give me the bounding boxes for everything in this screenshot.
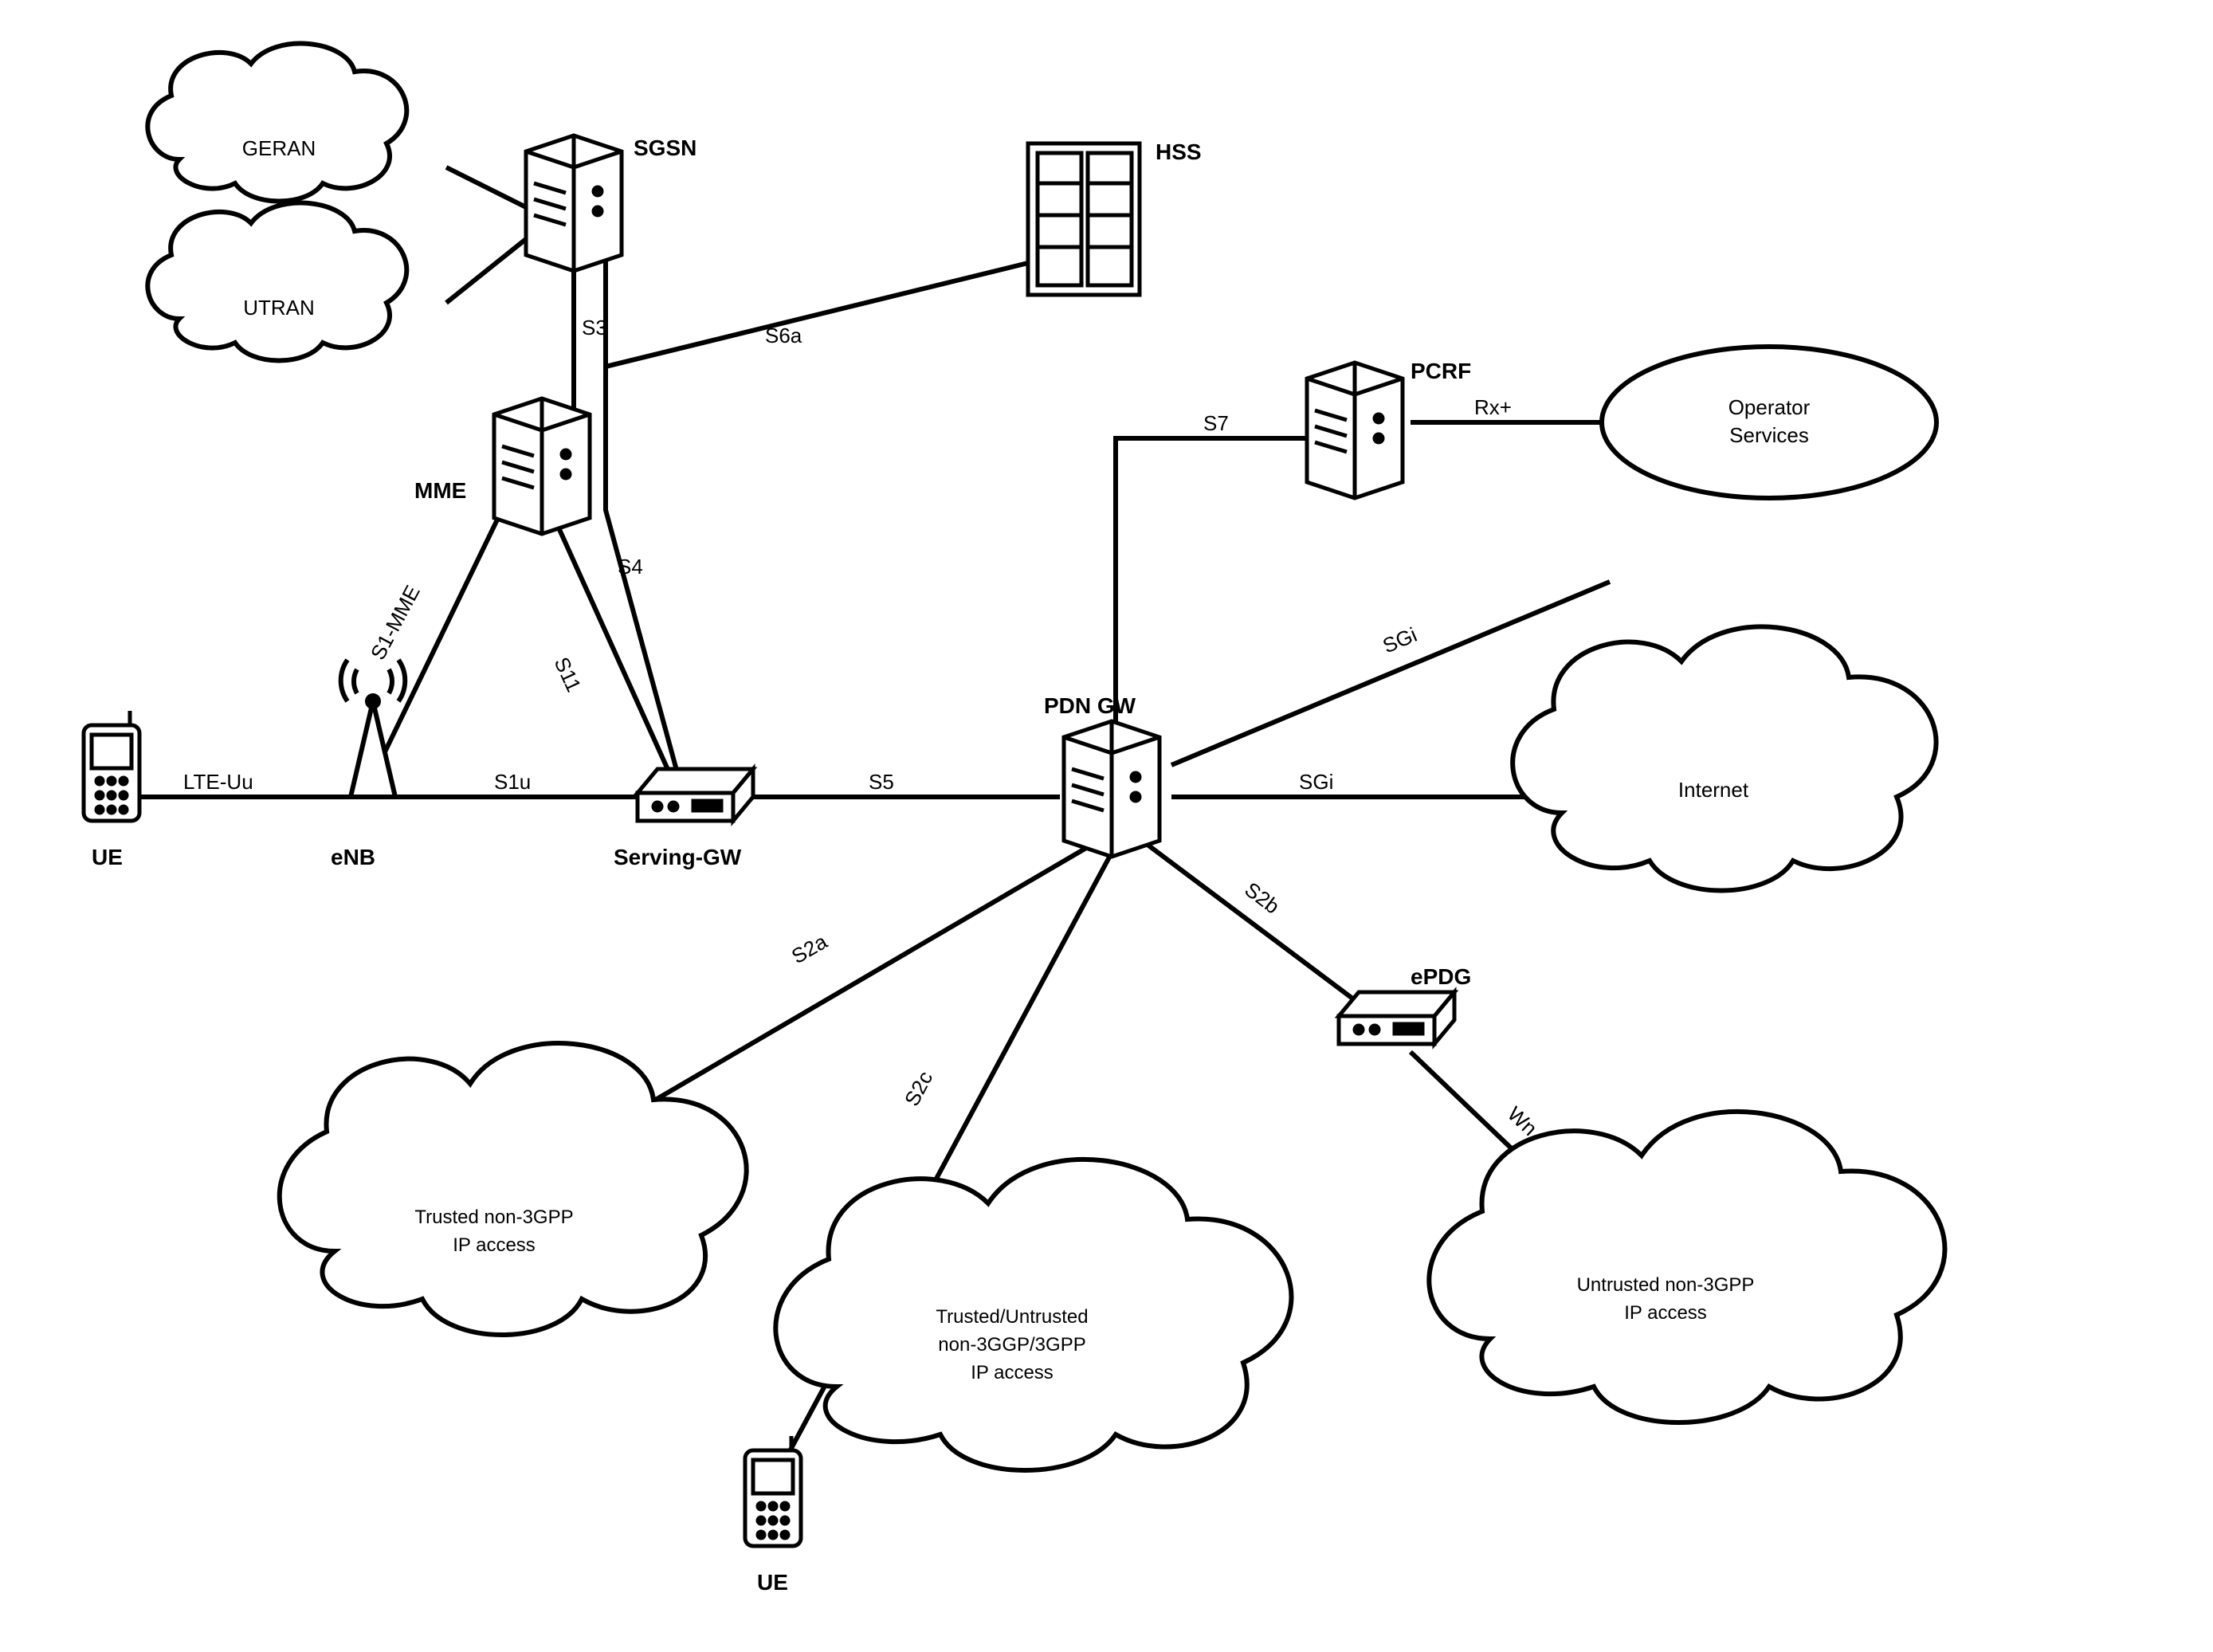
label-sgw: Serving-GW [614, 845, 742, 869]
label-enb: eNB [331, 845, 375, 869]
label-pcrf: PCRF [1411, 359, 1471, 383]
ue-icon-2 [745, 1436, 801, 1546]
label-s2a: S2a [787, 929, 832, 968]
label-wn: Wn [1503, 1101, 1542, 1140]
label-s7: S7 [1203, 411, 1229, 435]
link-s6a [606, 263, 1028, 430]
text-opserv-l2: Services [1729, 423, 1809, 447]
text-untrusted-l2: IP access [1624, 1302, 1707, 1324]
label-ue2: UE [757, 1570, 788, 1595]
sgsn-icon [526, 135, 622, 271]
text-untrusted-l1: Untrusted non-3GPP [1577, 1274, 1755, 1296]
text-utran: UTRAN [243, 296, 315, 320]
text-trusted-l2: IP access [453, 1234, 536, 1256]
epc-architecture-diagram: LTE-Uu S1-MME S1u S11 S3 S4 S6a S5 S7 Rx… [0, 0, 2213, 1652]
label-s2c: S2c [900, 1067, 938, 1110]
label-s11: S11 [550, 653, 587, 696]
text-mixed-l2: non-3GGP/3GPP [938, 1334, 1085, 1356]
label-s2b: S2b [1240, 877, 1284, 919]
text-mixed-l3: IP access [971, 1362, 1054, 1383]
label-pgw: PDN GW [1044, 693, 1136, 718]
cloud-internet [1513, 626, 1936, 890]
label-epdg: ePDG [1411, 964, 1471, 989]
mme-icon [494, 398, 590, 534]
label-s1u: S1u [494, 770, 531, 794]
text-trusted-l1: Trusted non-3GPP [414, 1207, 573, 1228]
label-sgi1: SGi [1379, 622, 1421, 658]
label-ue1: UE [92, 845, 123, 869]
pcrf-icon [1307, 363, 1403, 498]
link-utran-sgsn [446, 239, 526, 303]
ellipse-operator-services [1602, 347, 1936, 498]
sgw-icon [638, 769, 753, 821]
cloud-utran [147, 203, 406, 361]
label-sgi2: SGi [1299, 770, 1333, 794]
link-s7 [1116, 438, 1307, 741]
link-s11 [558, 526, 669, 773]
link-s2b [1148, 845, 1371, 1012]
hss-icon [1028, 143, 1140, 295]
label-mme: MME [414, 478, 466, 503]
link-s4 [606, 255, 677, 773]
label-rxp: Rx+ [1474, 395, 1512, 419]
label-lteuu: LTE-Uu [183, 770, 253, 794]
text-internet: Internet [1678, 778, 1749, 802]
text-opserv-l1: Operator [1728, 395, 1811, 419]
label-s3: S3 [582, 316, 607, 339]
label-s1mme: S1-MME [366, 581, 425, 663]
label-s4: S4 [618, 555, 643, 579]
pgw-icon [1064, 721, 1159, 857]
label-s5: S5 [869, 770, 894, 794]
text-mixed-l1: Trusted/Untrusted [936, 1306, 1088, 1328]
epdg-icon [1339, 992, 1454, 1044]
ue-icon-1 [84, 711, 139, 821]
cloud-geran [147, 44, 406, 202]
cloud-untrusted [1429, 1112, 1944, 1422]
text-geran: GERAN [242, 136, 316, 160]
link-geran-sgsn [446, 167, 526, 207]
label-hss: HSS [1156, 139, 1202, 164]
label-sgsn: SGSN [634, 135, 696, 160]
label-s6a: S6a [765, 324, 802, 347]
